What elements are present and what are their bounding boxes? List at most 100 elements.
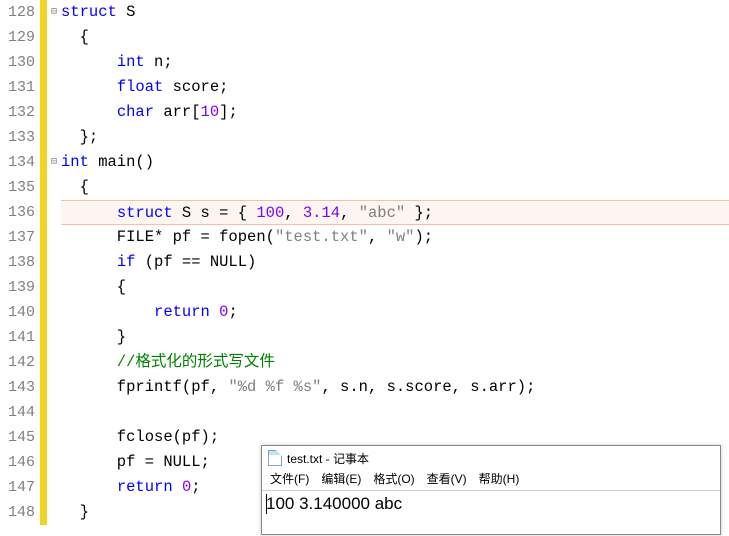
code-line[interactable]: 143 fprintf(pf, "%d %f %s", s.n, s.score… [0, 375, 729, 400]
notepad-window[interactable]: test.txt - 记事本 文件(F) 编辑(E) 格式(O) 查看(V) 帮助(H)… [261, 445, 721, 535]
code-line[interactable]: 128 ⊟struct S [0, 0, 729, 25]
code-content[interactable]: }; [61, 125, 729, 150]
code-content[interactable]: { [61, 175, 729, 200]
token: }; [405, 204, 433, 222]
token: } [61, 328, 126, 346]
token: S [117, 3, 136, 21]
line-number: 143 [0, 375, 40, 400]
line-number: 134 [0, 150, 40, 175]
code-content[interactable]: { [61, 275, 729, 300]
code-line[interactable]: 142 //格式化的形式写文件 [0, 350, 729, 375]
line-number: 138 [0, 250, 40, 275]
change-marker [40, 75, 47, 100]
change-marker [40, 500, 47, 525]
token: ; [228, 303, 237, 321]
code-content[interactable]: int main() [61, 150, 729, 175]
code-line[interactable]: 144 [0, 400, 729, 425]
code-line[interactable]: 140 return 0; [0, 300, 729, 325]
code-content[interactable]: char arr[10]; [61, 100, 729, 125]
token [61, 478, 117, 496]
code-content[interactable]: { [61, 25, 729, 50]
fold-toggle [47, 200, 61, 225]
token: "test.txt" [275, 228, 368, 246]
notepad-titlebar[interactable]: test.txt - 记事本 [262, 446, 720, 470]
code-line[interactable]: 129 { [0, 25, 729, 50]
token: ]; [219, 103, 238, 121]
menu-item[interactable]: 帮助(H) [479, 470, 520, 490]
change-marker [40, 375, 47, 400]
code-content[interactable]: struct S s = { 100, 3.14, "abc" }; [61, 200, 729, 225]
token [61, 353, 117, 371]
code-line[interactable]: 141 } [0, 325, 729, 350]
code-line[interactable]: 139 { [0, 275, 729, 300]
change-marker [40, 350, 47, 375]
fold-toggle[interactable]: ⊟ [47, 0, 61, 25]
code-content[interactable]: float score; [61, 75, 729, 100]
change-marker [40, 125, 47, 150]
line-number: 137 [0, 225, 40, 250]
change-marker [40, 250, 47, 275]
line-number: 130 [0, 50, 40, 75]
code-content[interactable]: //格式化的形式写文件 [61, 350, 729, 375]
fold-toggle [47, 125, 61, 150]
fold-toggle [47, 100, 61, 125]
line-number: 147 [0, 475, 40, 500]
line-number: 135 [0, 175, 40, 200]
line-number: 128 [0, 0, 40, 25]
code-line[interactable]: 134 ⊟int main() [0, 150, 729, 175]
token: 0 [182, 478, 191, 496]
line-number: 129 [0, 25, 40, 50]
code-content[interactable]: FILE* pf = fopen("test.txt", "w"); [61, 225, 729, 250]
token: , [368, 228, 387, 246]
code-content[interactable]: return 0; [61, 300, 729, 325]
code-line[interactable]: 137 FILE* pf = fopen("test.txt", "w"); [0, 225, 729, 250]
code-content[interactable]: int n; [61, 50, 729, 75]
fold-toggle [47, 400, 61, 425]
code-line[interactable]: 133 }; [0, 125, 729, 150]
token: "w" [387, 228, 415, 246]
fold-toggle[interactable]: ⊟ [47, 150, 61, 175]
change-marker [40, 225, 47, 250]
token: pf = NULL; [61, 453, 210, 471]
fold-toggle [47, 250, 61, 275]
change-marker [40, 50, 47, 75]
token: int [117, 53, 145, 71]
change-marker [40, 100, 47, 125]
code-line[interactable]: 138 if (pf == NULL) [0, 250, 729, 275]
menu-item[interactable]: 格式(O) [373, 470, 414, 490]
token [61, 303, 154, 321]
token: , [340, 204, 359, 222]
menu-item[interactable]: 查看(V) [427, 470, 467, 490]
fold-toggle [47, 25, 61, 50]
token: }; [61, 128, 98, 146]
code-line[interactable]: 130 int n; [0, 50, 729, 75]
token: , [284, 204, 303, 222]
line-number: 146 [0, 450, 40, 475]
code-content[interactable]: struct S [61, 0, 729, 25]
notepad-body[interactable]: 100 3.140000 abc [262, 490, 720, 517]
token: (pf == NULL) [135, 253, 256, 271]
token: { [61, 28, 89, 46]
notepad-menubar[interactable]: 文件(F) 编辑(E) 格式(O) 查看(V) 帮助(H) [262, 470, 720, 490]
code-content[interactable]: if (pf == NULL) [61, 250, 729, 275]
token: "%d %f %s" [228, 378, 321, 396]
change-marker [40, 175, 47, 200]
fold-toggle [47, 300, 61, 325]
code-content[interactable]: } [61, 325, 729, 350]
code-line[interactable]: 131 float score; [0, 75, 729, 100]
menu-item[interactable]: 编辑(E) [321, 470, 361, 490]
code-line[interactable]: 136 struct S s = { 100, 3.14, "abc" }; [0, 200, 729, 225]
code-line[interactable]: 135 { [0, 175, 729, 200]
menu-item[interactable]: 文件(F) [270, 470, 309, 490]
code-line[interactable]: 132 char arr[10]; [0, 100, 729, 125]
token: 3.14 [303, 204, 340, 222]
line-number: 136 [0, 200, 40, 225]
change-marker [40, 150, 47, 175]
token: 100 [256, 204, 284, 222]
fold-toggle [47, 450, 61, 475]
code-content[interactable]: fprintf(pf, "%d %f %s", s.n, s.score, s.… [61, 375, 729, 400]
change-marker [40, 0, 47, 25]
fold-toggle [47, 475, 61, 500]
code-content[interactable] [61, 400, 729, 425]
fold-toggle [47, 350, 61, 375]
